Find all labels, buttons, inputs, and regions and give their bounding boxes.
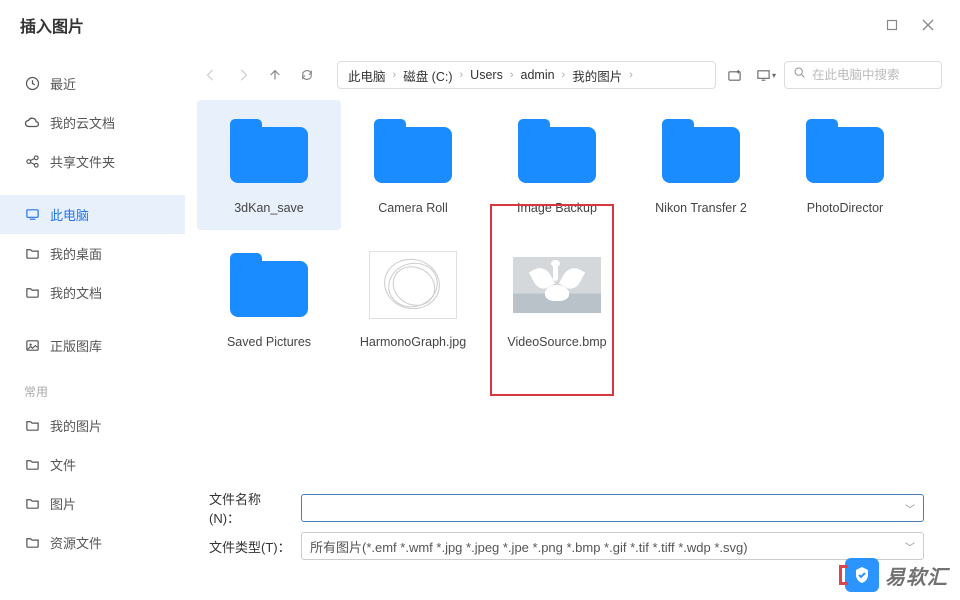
file-name: PhotoDirector (807, 200, 883, 216)
file-name: Nikon Transfer 2 (655, 200, 747, 216)
sidebar-item-label: 我的文档 (50, 283, 102, 302)
folder-item[interactable]: PhotoDirector (773, 100, 917, 230)
nav-back-button[interactable] (197, 61, 225, 89)
gallery-icon (24, 338, 40, 354)
monitor-icon (24, 207, 40, 223)
sidebar-item-label: 此电脑 (50, 205, 89, 224)
sidebar-item-label: 资源文件 (50, 533, 102, 552)
sidebar-section-common: 常用 (0, 365, 185, 406)
crumb[interactable]: 磁盘 (C:) (401, 66, 454, 85)
sidebar-item-pictures[interactable]: 图片 (0, 484, 185, 523)
watermark-icon (845, 558, 879, 592)
sidebar-item-shared[interactable]: 共享文件夹 (0, 142, 185, 181)
nav-forward-button[interactable] (229, 61, 257, 89)
file-name: Camera Roll (378, 200, 447, 216)
folder-icon (24, 535, 40, 551)
crumb[interactable]: 我的图片 (570, 66, 624, 85)
sidebar-item-files[interactable]: 文件 (0, 445, 185, 484)
filename-label: 文件名称(N)： (209, 489, 291, 527)
chevron-down-icon[interactable]: ﹀ (905, 539, 915, 554)
toolbar: 此电脑› 磁盘 (C:)› Users› admin› 我的图片› ▾ (197, 58, 942, 92)
folder-icon (24, 246, 40, 262)
maximize-button[interactable] (874, 7, 910, 43)
sidebar-item-mypictures[interactable]: 我的图片 (0, 406, 185, 445)
bottom-panel: 文件名称(N)： ﹀ 文件类型(T)： 所有图片(*.emf *.wmf *.j… (197, 482, 942, 580)
folder-item[interactable]: Image Backup (485, 100, 629, 230)
nav-up-button[interactable] (261, 61, 289, 89)
watermark-text: 易软汇 (885, 561, 948, 590)
view-mode-button[interactable]: ▾ (752, 61, 780, 89)
file-item[interactable]: HarmonoGraph.jpg (341, 234, 485, 364)
sidebar-item-desktop[interactable]: 我的桌面 (0, 234, 185, 273)
sidebar-item-gallery[interactable]: 正版图库 (0, 326, 185, 365)
sidebar-item-thispc[interactable]: 此电脑 (0, 195, 185, 234)
crumb[interactable]: 此电脑 (346, 66, 388, 85)
search-icon (793, 66, 806, 84)
file-name: Saved Pictures (227, 334, 311, 350)
watermark: 易软汇 (845, 558, 948, 592)
chevron-right-icon: › (455, 69, 469, 81)
chevron-right-icon: › (505, 69, 519, 81)
sidebar-item-label: 图片 (50, 494, 76, 513)
filename-input[interactable] (310, 501, 905, 516)
cloud-icon (24, 115, 40, 131)
folder-icon (801, 112, 889, 190)
image-thumbnail (369, 246, 457, 324)
image-thumbnail (513, 246, 601, 324)
sidebar-item-label: 我的桌面 (50, 244, 102, 263)
close-button[interactable] (910, 7, 946, 43)
folder-icon (24, 496, 40, 512)
folder-icon (369, 112, 457, 190)
filetype-select[interactable]: 所有图片(*.emf *.wmf *.jpg *.jpeg *.jpe *.pn… (301, 532, 924, 560)
filetype-value: 所有图片(*.emf *.wmf *.jpg *.jpeg *.jpe *.pn… (310, 537, 748, 556)
sidebar-item-label: 文件 (50, 455, 76, 474)
clock-icon (24, 76, 40, 92)
folder-item[interactable]: Saved Pictures (197, 234, 341, 364)
chevron-down-icon[interactable]: ﹀ (905, 501, 915, 516)
file-name: 3dKan_save (234, 200, 304, 216)
new-folder-button[interactable] (720, 61, 748, 89)
crumb[interactable]: Users (468, 68, 505, 82)
sidebar-item-label: 正版图库 (50, 336, 102, 355)
folder-item[interactable]: Nikon Transfer 2 (629, 100, 773, 230)
crumb[interactable]: admin (519, 68, 557, 82)
folder-icon (24, 418, 40, 434)
folder-icon (225, 112, 313, 190)
file-name: Image Backup (517, 200, 597, 216)
folder-icon (225, 246, 313, 324)
share-icon (24, 154, 40, 170)
sidebar-item-cloud[interactable]: 我的云文档 (0, 103, 185, 142)
sidebar-item-documents[interactable]: 我的文档 (0, 273, 185, 312)
sidebar-item-label: 最近 (50, 74, 76, 93)
sidebar-item-label: 我的图片 (50, 416, 102, 435)
sidebar: 最近 我的云文档 共享文件夹 此电脑 我的桌面 我的文档 正版图库 常用 (0, 50, 185, 580)
file-grid: 3dKan_save Camera Roll Image Backup Nikon T… (197, 100, 942, 482)
file-name: VideoSource.bmp (507, 334, 606, 350)
sidebar-item-recent[interactable]: 最近 (0, 64, 185, 103)
sidebar-item-resources[interactable]: 资源文件 (0, 523, 185, 562)
sidebar-item-label: 共享文件夹 (50, 152, 115, 171)
refresh-button[interactable] (293, 61, 321, 89)
chevron-right-icon: › (624, 69, 638, 81)
breadcrumb[interactable]: 此电脑› 磁盘 (C:)› Users› admin› 我的图片› (337, 61, 716, 89)
file-item[interactable]: VideoSource.bmp (485, 234, 629, 364)
search-box[interactable] (784, 61, 942, 89)
folder-icon (513, 112, 601, 190)
window-title: 插入图片 (20, 13, 84, 37)
folder-item[interactable]: Camera Roll (341, 100, 485, 230)
folder-icon (657, 112, 745, 190)
folder-icon (24, 285, 40, 301)
folder-item[interactable]: 3dKan_save (197, 100, 341, 230)
filename-input-wrap[interactable]: ﹀ (301, 494, 924, 522)
search-input[interactable] (812, 68, 933, 82)
chevron-right-icon: › (388, 69, 402, 81)
file-name: HarmonoGraph.jpg (360, 334, 466, 350)
folder-icon (24, 457, 40, 473)
chevron-right-icon: › (557, 69, 571, 81)
sidebar-item-label: 我的云文档 (50, 113, 115, 132)
filetype-label: 文件类型(T)： (209, 537, 291, 556)
